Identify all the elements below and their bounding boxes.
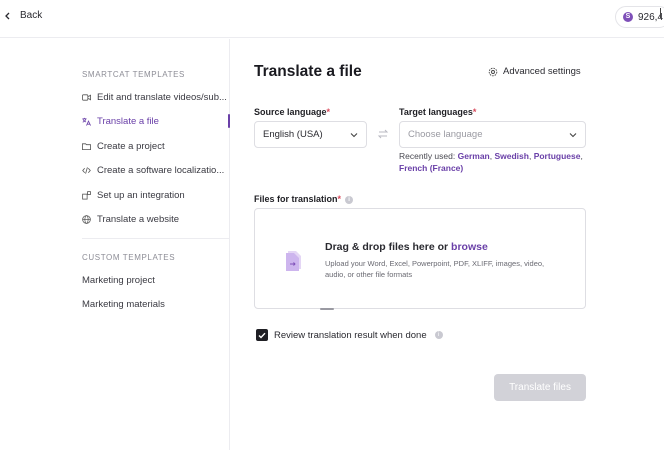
sidebar-item-integration[interactable]: Set up an integration: [82, 186, 230, 204]
sidebar-item-label: Create a software localizatio...: [97, 164, 225, 176]
sidebar-divider: [82, 238, 230, 239]
sidebar-item-translate-file[interactable]: Translate a file: [82, 112, 230, 130]
sidebar-item-translate-website[interactable]: Translate a website: [82, 210, 230, 228]
custom-templates-title: CUSTOM TEMPLATES: [82, 253, 176, 262]
files-for-translation-label: Files for translation* i: [254, 194, 354, 204]
check-icon: [258, 332, 266, 339]
source-language-label: Source language*: [254, 107, 331, 117]
translate-files-button[interactable]: Translate files: [494, 374, 586, 401]
dropzone-scroll-mark: [320, 308, 334, 310]
sidebar: SMARTCAT TEMPLATES Edit and translate vi…: [0, 39, 230, 450]
coin-icon: S: [623, 12, 633, 22]
sidebar-item-label: Create a project: [97, 140, 165, 152]
folder-icon: [82, 142, 91, 151]
puzzle-icon: [82, 190, 91, 200]
cursor-caret: [660, 8, 661, 18]
back-label: Back: [20, 10, 43, 21]
recently-used-label: Recently used:: [399, 151, 456, 161]
source-language-value: English (USA): [263, 129, 323, 140]
sidebar-item-label: Translate a file: [97, 115, 159, 127]
source-language-select[interactable]: English (USA): [254, 121, 367, 148]
review-option: Review translation result when done i: [256, 329, 443, 341]
review-label: Review translation result when done: [274, 329, 427, 341]
dropzone-heading: Drag & drop files here or browse: [325, 241, 488, 253]
recent-language-portuguese[interactable]: Portuguese: [534, 151, 581, 161]
target-languages-select[interactable]: Choose language: [399, 121, 586, 148]
chevron-down-icon: [350, 132, 358, 137]
globe-icon: [82, 214, 91, 224]
sidebar-item-software-localization[interactable]: Create a software localizatio...: [82, 161, 230, 179]
chevron-left-icon: [5, 12, 10, 19]
sidebar-item-label: Translate a website: [97, 213, 180, 225]
info-icon[interactable]: i: [345, 195, 354, 204]
recently-used-languages: Recently used: German, Swedish, Portugue…: [399, 151, 583, 173]
sidebar-item-label: Edit and translate videos/sub...: [97, 91, 227, 103]
browse-link[interactable]: browse: [451, 241, 488, 253]
translate-icon: [82, 117, 91, 126]
target-languages-placeholder: Choose language: [408, 129, 483, 140]
target-languages-label: Target languages*: [399, 107, 477, 117]
sidebar-item-label: Set up an integration: [97, 189, 185, 201]
file-dropzone[interactable]: Drag & drop files here or browse Upload …: [254, 208, 586, 310]
info-icon[interactable]: i: [434, 331, 443, 339]
advanced-settings-button[interactable]: Advanced settings: [488, 66, 581, 77]
recent-language-german[interactable]: German: [458, 151, 490, 161]
sidebar-item-edit-videos[interactable]: Edit and translate videos/sub...: [82, 88, 230, 106]
chevron-down-icon: [569, 132, 577, 137]
swap-icon[interactable]: [377, 128, 389, 140]
balance-badge[interactable]: S 926,4: [615, 6, 664, 28]
advanced-settings-label: Advanced settings: [503, 66, 581, 77]
main-panel: Translate a file Advanced settings Sourc…: [231, 39, 664, 450]
dropzone-subtext: Upload your Word, Excel, Powerpoint, PDF…: [325, 259, 545, 279]
code-icon: [82, 166, 91, 175]
page-title: Translate a file: [254, 63, 362, 80]
sidebar-item-marketing-materials[interactable]: Marketing materials: [82, 299, 165, 310]
gear-icon: [488, 67, 498, 76]
sidebar-item-marketing-project[interactable]: Marketing project: [82, 275, 155, 286]
video-icon: [82, 93, 91, 102]
top-bar: Back S 926,4: [0, 0, 664, 38]
recent-language-swedish[interactable]: Swedish: [494, 151, 528, 161]
recent-language-french[interactable]: French (France): [399, 163, 463, 173]
smartcat-templates-title: SMARTCAT TEMPLATES: [82, 70, 185, 79]
sidebar-item-create-project[interactable]: Create a project: [82, 137, 230, 155]
back-button[interactable]: Back: [4, 10, 42, 21]
review-checkbox[interactable]: [256, 329, 268, 341]
file-upload-icon: [286, 251, 301, 271]
